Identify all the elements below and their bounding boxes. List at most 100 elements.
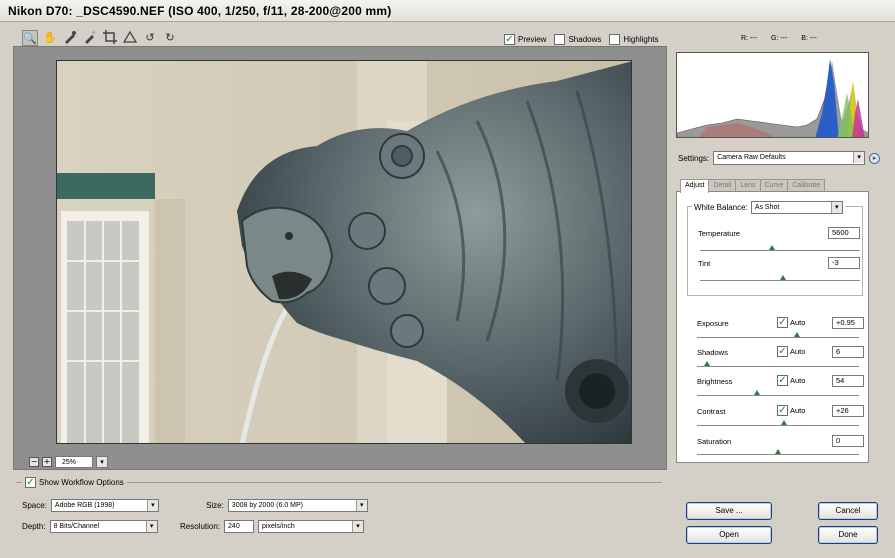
contrast-slider-thumb[interactable] — [781, 420, 788, 425]
depth-row: Depth: 8 Bits/Channel ▾ — [22, 520, 158, 533]
white-balance-group: White Balance: As Shot ▾ Temperature 560… — [687, 201, 863, 296]
save-button[interactable]: Save ... — [686, 502, 772, 520]
chevron-down-icon: ▾ — [352, 521, 364, 532]
saturation-track[interactable] — [697, 454, 859, 455]
shadows-input[interactable]: 6 — [832, 346, 864, 358]
preview-image — [56, 60, 632, 444]
zoom-tool-icon[interactable]: 🔍 — [22, 30, 38, 46]
show-workflow-toggle[interactable]: ✓ Show Workflow Options — [22, 477, 127, 488]
rotate-left-icon[interactable]: ↺ — [142, 30, 158, 46]
contrast-auto-label: Auto — [790, 406, 806, 415]
exposure-input[interactable]: +0.95 — [832, 317, 864, 329]
resolution-row: Resolution: 240 pixels/inch ▾ — [180, 520, 365, 533]
exposure-auto[interactable]: ✓ Auto — [777, 317, 805, 328]
chevron-down-icon: ▾ — [146, 500, 158, 511]
contrast-auto-checkbox[interactable]: ✓ — [777, 405, 788, 416]
shadows-checkbox[interactable] — [554, 34, 566, 45]
shadows-slider-thumb[interactable] — [703, 361, 710, 366]
size-row: Size: 3008 by 2000 (6.0 MP) ▾ — [206, 499, 368, 512]
brightness-track[interactable] — [697, 395, 859, 396]
settings-row: Settings: Camera Raw Defaults ▾ ▸ — [678, 151, 881, 165]
size-select[interactable]: 3008 by 2000 (6.0 MP) ▾ — [227, 499, 368, 512]
white-balance-select[interactable]: As Shot ▾ — [750, 201, 843, 214]
temperature-label: Temperature — [698, 229, 741, 238]
highlights-checkbox[interactable] — [609, 34, 621, 45]
temperature-track[interactable] — [700, 250, 860, 251]
exposure-slider-thumb[interactable] — [794, 332, 801, 337]
exposure-auto-checkbox[interactable]: ✓ — [777, 317, 788, 328]
settings-menu-icon[interactable]: ▸ — [869, 152, 881, 164]
shadows-checkbox-row[interactable]: Shadows — [554, 34, 601, 45]
svg-text:°: ° — [92, 31, 95, 38]
histogram-graph — [677, 59, 868, 137]
tab-adjust[interactable]: Adjust — [680, 179, 710, 193]
space-select[interactable]: Adobe RGB (1998) ▾ — [50, 499, 159, 512]
highlights-checkbox-row[interactable]: Highlights — [609, 34, 659, 45]
show-workflow-label: Show Workflow Options — [39, 478, 124, 487]
exposure-auto-label: Auto — [790, 318, 806, 327]
contrast-input[interactable]: +26 — [832, 405, 864, 417]
open-button[interactable]: Open — [686, 526, 772, 544]
highlights-clip-label: Highlights — [623, 35, 659, 44]
saturation-input[interactable]: 0 — [832, 435, 864, 447]
size-value: 3008 by 2000 (6.0 MP) — [231, 502, 304, 509]
contrast-auto[interactable]: ✓ Auto — [777, 405, 805, 416]
preview-options: ✓ Preview Shadows Highlights — [504, 34, 659, 45]
exposure-track[interactable] — [697, 337, 859, 338]
zoom-in-button[interactable]: + — [42, 457, 52, 467]
contrast-label: Contrast — [697, 407, 726, 416]
brightness-slider-thumb[interactable] — [753, 390, 760, 395]
show-workflow-checkbox[interactable]: ✓ — [25, 477, 36, 488]
resolution-unit-select[interactable]: pixels/inch ▾ — [258, 520, 365, 533]
depth-label: Depth: — [22, 522, 46, 531]
white-balance-value: As Shot — [754, 204, 780, 211]
preview-label: Preview — [518, 35, 547, 44]
temperature-slider-thumb[interactable] — [769, 245, 775, 250]
cancel-button[interactable]: Cancel — [818, 502, 878, 520]
zoom-level-field[interactable]: 25% — [55, 456, 93, 468]
white-balance-label: White Balance: — [694, 203, 748, 212]
shadows-auto[interactable]: ✓ Auto — [777, 346, 805, 357]
title-bar: Nikon D70: _DSC4590.NEF (ISO 400, 1/250,… — [0, 0, 895, 22]
done-button[interactable]: Done — [818, 526, 878, 544]
space-value: Adobe RGB (1998) — [54, 502, 115, 509]
green-readout: G: --- — [770, 35, 788, 42]
zoom-out-button[interactable]: − — [29, 457, 39, 467]
settings-select[interactable]: Camera Raw Defaults ▾ — [713, 151, 866, 165]
saturation-label: Saturation — [697, 437, 732, 446]
tint-track[interactable] — [700, 280, 860, 281]
color-sampler-tool-icon[interactable]: ° — [82, 30, 98, 46]
shadows-track[interactable] — [697, 366, 859, 367]
contrast-track[interactable] — [697, 425, 859, 426]
settings-label: Settings: — [678, 153, 710, 163]
brightness-input[interactable]: 54 — [832, 375, 864, 387]
tool-palette: 🔍 ✋ ° ↺ ↻ — [22, 30, 178, 46]
adjust-panel: White Balance: As Shot ▾ Temperature 560… — [676, 191, 869, 463]
white-balance-tool-icon[interactable] — [62, 30, 78, 46]
tint-input[interactable]: -3 — [828, 257, 860, 269]
tint-slider-thumb[interactable] — [780, 275, 787, 280]
depth-select[interactable]: 8 Bits/Channel ▾ — [49, 520, 158, 533]
preview-canvas[interactable] — [13, 46, 667, 470]
red-readout: R: --- — [741, 35, 757, 42]
resolution-input[interactable]: 240 — [224, 520, 255, 533]
brightness-auto[interactable]: ✓ Auto — [777, 375, 805, 386]
depth-value: 8 Bits/Channel — [53, 523, 100, 530]
histogram — [676, 52, 869, 138]
space-row: Space: Adobe RGB (1998) ▾ — [22, 499, 159, 512]
temperature-input[interactable]: 5600 — [828, 227, 860, 239]
zoom-dropdown-icon[interactable]: ▾ — [96, 456, 108, 468]
rotate-right-icon[interactable]: ↻ — [162, 30, 178, 46]
brightness-auto-checkbox[interactable]: ✓ — [777, 375, 788, 386]
preview-checkbox-row[interactable]: ✓ Preview — [504, 34, 546, 45]
straighten-tool-icon[interactable] — [122, 30, 138, 46]
hand-tool-icon[interactable]: ✋ — [42, 30, 58, 46]
crop-tool-icon[interactable] — [102, 30, 118, 46]
space-label: Space: — [22, 501, 47, 510]
chevron-down-icon: ▾ — [853, 152, 865, 163]
shadows-auto-checkbox[interactable]: ✓ — [777, 346, 788, 357]
saturation-slider-thumb[interactable] — [775, 449, 781, 454]
white-balance-header: White Balance: As Shot ▾ — [692, 201, 845, 214]
preview-checkbox[interactable]: ✓ — [504, 34, 515, 45]
chevron-down-icon: ▾ — [355, 500, 367, 511]
